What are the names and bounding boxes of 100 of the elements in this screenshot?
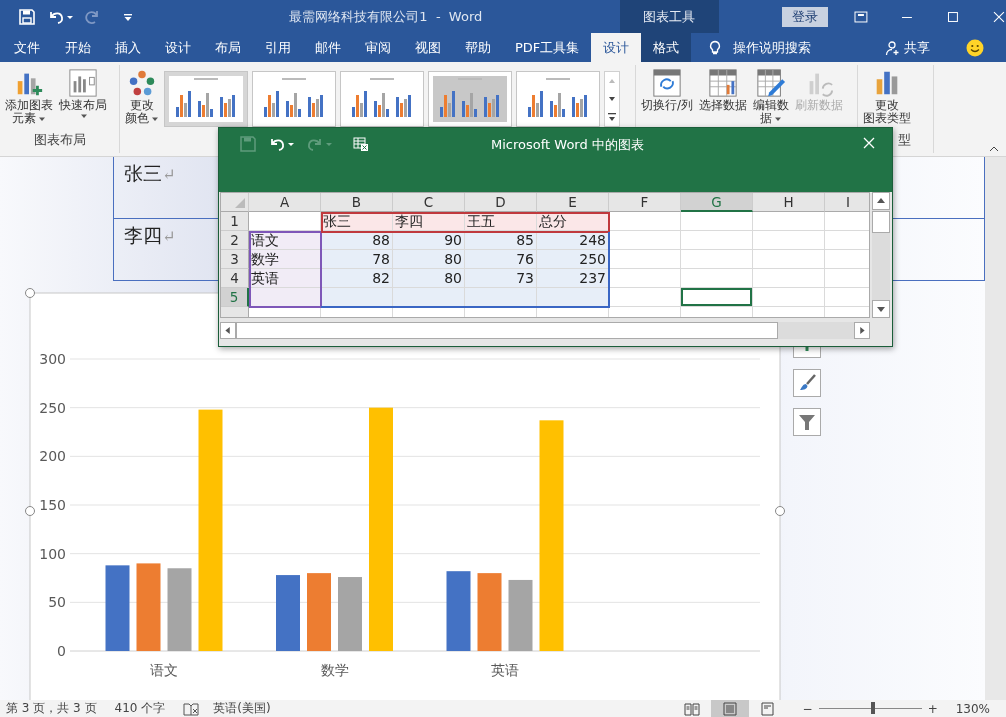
close-icon[interactable] (992, 9, 1006, 24)
ribbon-button[interactable]: 切换行/列 (638, 68, 697, 112)
scroll-down-icon[interactable] (872, 300, 890, 318)
ribbon-button[interactable]: 编辑数 据 (750, 68, 793, 125)
spreadsheet-cell[interactable] (609, 212, 681, 231)
undo-icon[interactable] (268, 136, 294, 152)
chart-style-thumbnail[interactable] (340, 71, 424, 127)
zoom-level[interactable]: 130% (955, 701, 990, 716)
ribbon-tab[interactable]: 设计 (153, 33, 203, 62)
spreadsheet-cell[interactable] (753, 231, 825, 250)
ribbon-button[interactable]: 更改 图表类型 (860, 68, 914, 125)
scrollbar-thumb[interactable] (872, 211, 890, 233)
spreadsheet-cell[interactable] (753, 212, 825, 231)
selected-cell[interactable] (681, 288, 753, 307)
horizontal-scrollbar[interactable] (220, 322, 870, 339)
ribbon-tab[interactable]: 插入 (103, 33, 153, 62)
spreadsheet-cell[interactable]: 英语 (249, 269, 321, 288)
row-header[interactable]: 1 (221, 212, 249, 231)
scroll-left-icon[interactable] (220, 322, 236, 339)
row-header[interactable]: 4 (221, 269, 249, 288)
more-icon[interactable] (605, 108, 619, 126)
page-count[interactable]: 第 3 页，共 3 页 (6, 700, 97, 717)
spreadsheet-cell[interactable]: 250 (537, 250, 609, 269)
chart-style-thumbnail[interactable] (428, 71, 512, 127)
close-icon[interactable] (862, 136, 876, 150)
column-header[interactable]: I (825, 193, 869, 212)
spreadsheet-cell[interactable]: 80 (393, 250, 465, 269)
select-all-icon[interactable] (234, 197, 246, 209)
brush-icon[interactable] (793, 369, 821, 397)
spreadsheet-cell[interactable]: 数学 (249, 250, 321, 269)
column-header[interactable]: C (393, 193, 465, 212)
filter-icon[interactable] (793, 408, 821, 436)
ribbon-tab[interactable]: 审阅 (353, 33, 403, 62)
chart-style-thumbnail[interactable] (516, 71, 600, 127)
ribbon-tab[interactable]: 视图 (403, 33, 453, 62)
bar[interactable] (167, 568, 192, 651)
spreadsheet-cell[interactable]: 80 (393, 269, 465, 288)
spreadsheet-cell[interactable] (681, 269, 753, 288)
ribbon-tab[interactable]: 引用 (253, 33, 303, 62)
column-header[interactable]: E (537, 193, 609, 212)
spreadsheet-cell[interactable] (609, 231, 681, 250)
column-header[interactable]: H (753, 193, 825, 212)
column-header[interactable]: B (321, 193, 393, 212)
chart-style-thumbnail[interactable] (252, 71, 336, 127)
vertical-scrollbar[interactable] (872, 192, 890, 318)
column-header[interactable]: G (681, 193, 753, 212)
smiley-icon[interactable] (966, 39, 985, 57)
spreadsheet-cell[interactable] (609, 269, 681, 288)
ribbon-tab[interactable]: 邮件 (303, 33, 353, 62)
ribbon-tab[interactable]: 布局 (203, 33, 253, 62)
scroll-right-icon[interactable] (854, 322, 870, 339)
column-header[interactable]: A (249, 193, 321, 212)
scroll-up-icon[interactable] (872, 192, 890, 210)
spreadsheet-cell[interactable] (681, 231, 753, 250)
spreadsheet-cell[interactable] (681, 250, 753, 269)
row-header[interactable]: 5 (221, 288, 249, 307)
spreadsheet-cell[interactable]: 78 (321, 250, 393, 269)
ribbon-tab[interactable]: 帮助 (453, 33, 503, 62)
ribbon-tab[interactable]: 文件 (0, 33, 53, 62)
zoom-in-button[interactable]: + (927, 701, 938, 716)
collapse-ribbon-icon[interactable] (988, 145, 1000, 153)
customize-caret-icon[interactable] (123, 11, 133, 22)
bar[interactable] (539, 420, 564, 651)
bar[interactable] (105, 565, 130, 651)
ribbon-button[interactable]: 更改 颜色 (122, 68, 162, 125)
print-layout-button[interactable] (710, 700, 749, 717)
spreadsheet-cell[interactable] (753, 250, 825, 269)
ribbon-tab[interactable]: 开始 (53, 33, 103, 62)
spreadsheet-cell[interactable]: 73 (465, 269, 537, 288)
sign-in-button[interactable]: 登录 (781, 6, 829, 27)
resize-handle[interactable] (775, 506, 785, 516)
bar[interactable] (136, 563, 161, 651)
ribbon-button[interactable]: 添加图表 元素 (2, 68, 56, 125)
ribbon-button[interactable]: 选择数据 (696, 68, 751, 112)
resize-handle[interactable] (25, 288, 35, 298)
bar[interactable] (198, 409, 223, 651)
share-button[interactable]: 共享 (885, 33, 931, 62)
resize-handle[interactable] (25, 506, 35, 516)
spreadsheet-cell[interactable]: 237 (537, 269, 609, 288)
tell-me-search[interactable]: 操作说明搜索 (733, 38, 812, 57)
ribbon-button[interactable]: 快速布局 (56, 68, 110, 120)
spreadsheet-icon[interactable] (353, 136, 369, 152)
zoom-out-button[interactable]: − (802, 701, 813, 716)
spreadsheet-cell[interactable] (609, 250, 681, 269)
column-header[interactable]: F (609, 193, 681, 212)
row-header[interactable]: 3 (221, 250, 249, 269)
spreadsheet-cell[interactable] (753, 269, 825, 288)
proofing-icon[interactable] (183, 701, 200, 716)
bar[interactable] (477, 573, 502, 651)
spreadsheet-cell[interactable] (249, 212, 321, 231)
language-status[interactable]: 英语(美国) (213, 700, 271, 717)
spreadsheet-cell[interactable] (681, 212, 753, 231)
maximize-icon[interactable] (946, 9, 961, 24)
ribbon-tab[interactable]: 设计 (591, 33, 642, 62)
row-header[interactable]: 2 (221, 231, 249, 250)
spreadsheet-cell[interactable] (753, 288, 825, 307)
chart-style-thumbnail[interactable] (164, 71, 248, 127)
ribbon-tab[interactable]: 格式 (641, 33, 692, 62)
spreadsheet-cell[interactable]: 76 (465, 250, 537, 269)
save-icon[interactable] (19, 8, 35, 25)
